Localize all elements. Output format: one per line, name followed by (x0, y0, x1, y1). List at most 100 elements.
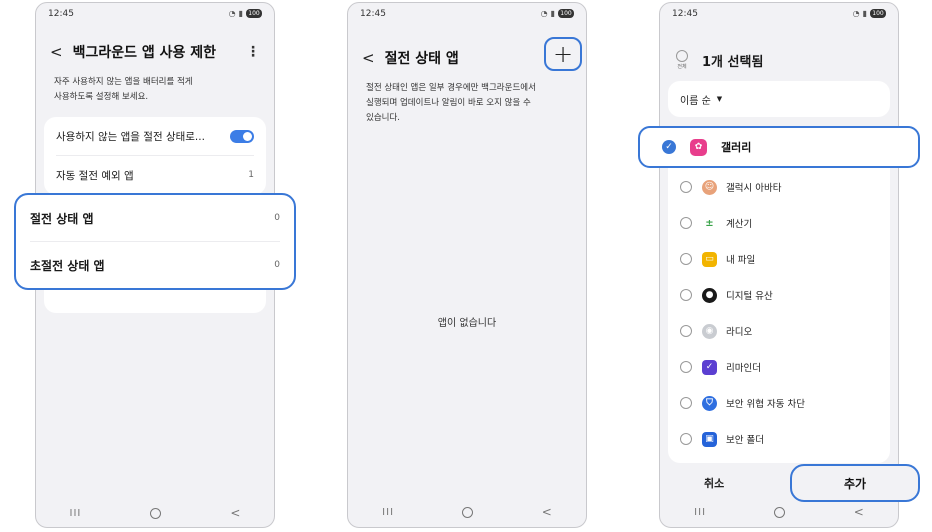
checkbox-circle-icon[interactable] (680, 181, 692, 193)
navigation-bar: III < (348, 497, 586, 527)
cancel-button[interactable]: 취소 (704, 475, 724, 491)
back-button[interactable]: < (362, 49, 375, 67)
app-name: 보안 폴더 (726, 435, 764, 446)
app-name: 내 파일 (726, 255, 756, 266)
radio-icon: ◉ (702, 323, 717, 339)
home-button[interactable] (774, 506, 786, 518)
status-bar: 12:45 ◔ ▮ 100 (360, 9, 574, 23)
back-nav-button[interactable]: < (230, 506, 240, 520)
recent-apps-button[interactable]: III (382, 507, 394, 518)
sort-dropdown[interactable]: 이름 순 ▼ (668, 81, 890, 117)
app-list: ☺ 갤럭시 아바타 ± 계산기 ▭ 내 파일 ● 디지털 유산 ◉ 라디오 ✓ … (668, 127, 890, 463)
checked-circle-icon[interactable]: ✓ (662, 140, 676, 154)
status-time: 12:45 (672, 9, 698, 19)
chevron-down-icon: ▼ (716, 95, 723, 103)
auto-sleep-toggle-row[interactable]: 사용하지 않는 앱을 절전 상태로... (44, 117, 266, 155)
calculator-icon: ± (702, 215, 717, 231)
wifi-icon: ◔ (852, 9, 860, 18)
deep-sleeping-apps-label: 초절전 상태 앱 (30, 258, 105, 273)
list-item-secure-folder[interactable]: ▣ 보안 폴더 (668, 421, 890, 457)
signal-icon: ▮ (238, 9, 243, 18)
phone-screen-select-apps: 12:45 ◔ ▮ 100 전체 1개 선택됨 이름 순 ▼ ☺ 갤럭시 아바타… (638, 2, 920, 528)
recent-apps-button[interactable]: III (70, 508, 82, 519)
sleeping-apps-row[interactable]: 절전 상태 앱 0 (16, 195, 294, 241)
add-app-button[interactable]: + (544, 37, 582, 71)
selection-header: 전체 1개 선택됨 (676, 45, 886, 75)
phone-screen-sleeping-apps: 12:45 ◔ ▮ 100 < 절전 상태 앱 + 절전 상태인 앱은 일부 경… (347, 2, 587, 528)
empty-state-text: 앱이 없습니다 (437, 318, 497, 329)
checkbox-circle-icon[interactable] (680, 397, 692, 409)
exceptions-count: 1 (248, 170, 254, 180)
page-description: 절전 상태인 앱은 일부 경우에만 백그라운드에서 실행되며 업데이트나 알림이… (366, 83, 536, 123)
back-button[interactable]: < (50, 43, 63, 61)
app-name: 리마인더 (726, 363, 761, 374)
selected-count-title: 1개 선택됨 (702, 54, 764, 70)
folder-icon: ▭ (702, 251, 717, 267)
checkbox-circle-icon[interactable] (680, 217, 692, 229)
checkbox-circle-icon[interactable] (680, 433, 692, 445)
checkbox-circle-icon[interactable] (680, 325, 692, 337)
app-bar: < 백그라운드 앱 사용 제한 ⋮ (50, 41, 260, 63)
page-title: 백그라운드 앱 사용 제한 (72, 45, 216, 61)
list-item-auto-blocker[interactable]: ⛉ 보안 위협 자동 차단 (668, 385, 890, 421)
deep-sleeping-apps-row[interactable]: 초절전 상태 앱 0 (16, 242, 294, 288)
status-bar: 12:45 ◔ ▮ 100 (48, 9, 262, 23)
exceptions-label: 자동 절전 예외 앱 (56, 169, 134, 182)
plus-icon: + (552, 40, 574, 68)
battery-icon: 100 (558, 9, 574, 18)
checkbox-circle-icon[interactable] (680, 289, 692, 301)
list-item-my-files[interactable]: ▭ 내 파일 (668, 241, 890, 277)
secure-folder-icon: ▣ (702, 431, 717, 447)
checkbox-circle-icon[interactable] (680, 361, 692, 373)
back-nav-button[interactable]: < (542, 505, 552, 519)
status-time: 12:45 (48, 9, 74, 19)
signal-icon: ▮ (862, 9, 867, 18)
shield-icon: ⛉ (702, 395, 717, 411)
auto-sleep-exceptions-row[interactable]: 자동 절전 예외 앱 1 (44, 156, 266, 194)
wifi-icon: ◔ (540, 9, 548, 18)
list-item-galaxy-avatar[interactable]: ☺ 갤럭시 아바타 (668, 169, 890, 205)
home-button[interactable] (462, 506, 474, 518)
app-name: 라디오 (726, 327, 753, 338)
app-name: 디지털 유산 (726, 291, 773, 302)
avatar-icon: ☺ (702, 179, 717, 195)
recent-apps-button[interactable]: III (694, 507, 706, 518)
auto-sleep-label: 사용하지 않는 앱을 절전 상태로... (56, 130, 205, 143)
auto-sleep-toggle[interactable] (230, 129, 254, 143)
add-button[interactable]: 추가 (790, 464, 920, 502)
more-options-icon[interactable]: ⋮ (246, 44, 260, 60)
navigation-bar: III < (35, 498, 275, 528)
empty-area (44, 321, 266, 496)
checkbox-circle-icon[interactable] (680, 253, 692, 265)
reminder-icon: ✓ (702, 359, 717, 375)
sort-label: 이름 순 (680, 95, 711, 107)
select-all-checkbox[interactable]: 전체 (676, 50, 688, 70)
select-all-label: 전체 (677, 64, 687, 70)
back-nav-button[interactable]: < (854, 505, 864, 519)
digital-legacy-icon: ● (702, 287, 717, 303)
app-name: 갤러리 (721, 141, 752, 154)
wifi-icon: ◔ (228, 9, 236, 18)
sleeping-apps-label: 절전 상태 앱 (30, 211, 94, 226)
app-bar: < 절전 상태 앱 (362, 47, 572, 69)
status-time: 12:45 (360, 9, 386, 19)
app-name: 계산기 (726, 219, 753, 230)
list-item-gallery-selected[interactable]: ✓ ✿ 갤러리 (638, 126, 920, 168)
status-bar: 12:45 ◔ ▮ 100 (672, 9, 886, 23)
gallery-icon: ✿ (690, 138, 707, 156)
sleeping-apps-count: 0 (274, 213, 280, 223)
app-name: 갤럭시 아바타 (726, 183, 782, 194)
battery-icon: 100 (870, 9, 886, 18)
app-name: 보안 위협 자동 차단 (726, 399, 805, 410)
list-item-digital-legacy[interactable]: ● 디지털 유산 (668, 277, 890, 313)
settings-card: 사용하지 않는 앱을 절전 상태로... 자동 절전 예외 앱 1 (44, 117, 266, 195)
signal-icon: ▮ (550, 9, 555, 18)
list-item-reminder[interactable]: ✓ 리마인더 (668, 349, 890, 385)
home-button[interactable] (150, 507, 162, 519)
list-item-radio[interactable]: ◉ 라디오 (668, 313, 890, 349)
page-description: 자주 사용하지 않는 앱을 배터리를 적게 사용하도록 설정해 보세요. (54, 77, 193, 102)
deep-sleeping-apps-count: 0 (274, 260, 280, 270)
list-item-calculator[interactable]: ± 계산기 (668, 205, 890, 241)
sleeping-apps-highlight: 절전 상태 앱 0 초절전 상태 앱 0 (14, 193, 296, 290)
select-all-circle-icon (676, 50, 688, 62)
